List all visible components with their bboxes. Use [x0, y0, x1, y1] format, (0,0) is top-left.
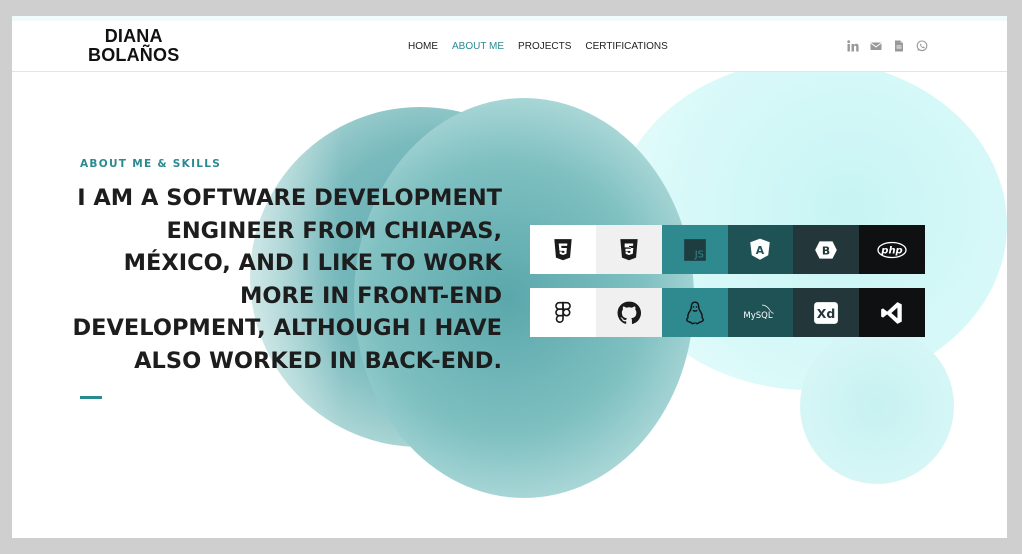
skill-tile-php[interactable]: php — [859, 225, 925, 274]
figma-icon — [555, 301, 571, 323]
svg-text:JS: JS — [693, 249, 703, 260]
html5-icon — [554, 238, 572, 260]
skill-tile-bootstrap[interactable]: B — [793, 225, 860, 274]
skill-tile-figma[interactable] — [530, 288, 596, 337]
document-icon[interactable] — [893, 40, 905, 52]
logo-line-2: BOLAÑOS — [88, 45, 180, 65]
svg-text:B: B — [822, 244, 830, 257]
svg-text:php: php — [880, 245, 902, 256]
skill-tile-linux[interactable] — [661, 288, 728, 337]
github-icon — [617, 301, 641, 324]
skill-tile-vscode[interactable] — [859, 288, 925, 337]
svg-text:Xd: Xd — [817, 305, 836, 320]
skills-grid: JS A B php MySQL Xd — [530, 225, 925, 337]
decor-blob — [800, 328, 954, 484]
svg-text:MySQL: MySQL — [744, 311, 773, 321]
social-links — [847, 40, 928, 52]
accent-dash — [80, 396, 102, 399]
browser-viewport: DIANA BOLAÑOS HOME ABOUT ME PROJECTS CER… — [12, 16, 1007, 538]
linux-icon — [685, 300, 704, 324]
mysql-icon: MySQL — [744, 304, 775, 321]
about-hero: ABOUT ME & SKILLS I AM A SOFTWARE DEVELO… — [12, 72, 1007, 538]
vscode-icon — [881, 301, 902, 324]
css3-icon — [620, 238, 638, 260]
section-eyebrow: ABOUT ME & SKILLS — [80, 158, 222, 170]
site-header: DIANA BOLAÑOS HOME ABOUT ME PROJECTS CER… — [12, 21, 1007, 72]
svg-text:A: A — [756, 243, 765, 256]
linkedin-icon[interactable] — [847, 40, 859, 52]
whatsapp-icon[interactable] — [916, 40, 928, 52]
angular-icon: A — [750, 238, 771, 260]
nav-certifications[interactable]: CERTIFICATIONS — [585, 41, 667, 52]
site-logo[interactable]: DIANA BOLAÑOS — [88, 27, 179, 65]
main-nav: HOME ABOUT ME PROJECTS CERTIFICATIONS — [408, 41, 668, 52]
skill-tile-css3[interactable] — [595, 225, 662, 274]
skill-tile-html5[interactable] — [530, 225, 596, 274]
bootstrap-icon: B — [815, 240, 838, 259]
skill-tile-adobe-xd[interactable]: Xd — [793, 288, 860, 337]
skill-tile-javascript[interactable]: JS — [661, 225, 728, 274]
javascript-icon: JS — [683, 238, 706, 261]
skill-tile-github[interactable] — [595, 288, 662, 337]
php-icon: php — [877, 241, 907, 258]
skill-tile-angular[interactable]: A — [727, 225, 794, 274]
logo-line-1: DIANA — [104, 26, 163, 46]
nav-home[interactable]: HOME — [408, 41, 438, 52]
nav-about-me[interactable]: ABOUT ME — [452, 41, 504, 52]
email-icon[interactable] — [870, 40, 882, 52]
nav-projects[interactable]: PROJECTS — [518, 41, 571, 52]
skill-tile-mysql[interactable]: MySQL — [727, 288, 794, 337]
about-headline: I AM A SOFTWARE DEVELOPMENT ENGINEER FRO… — [72, 185, 502, 374]
adobe-xd-icon: Xd — [814, 301, 839, 324]
